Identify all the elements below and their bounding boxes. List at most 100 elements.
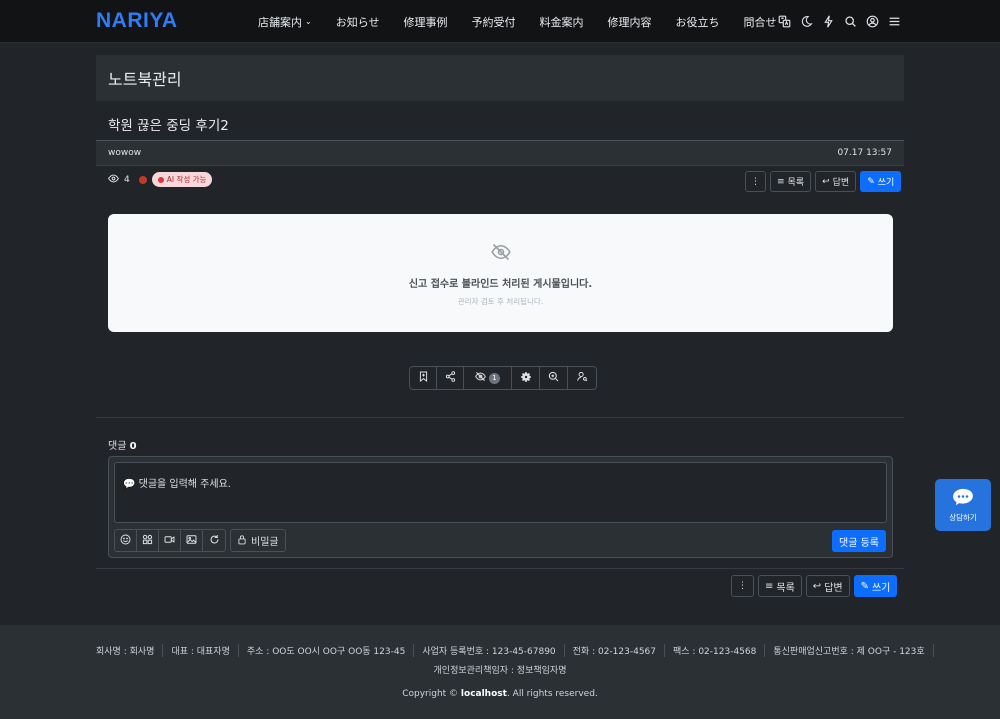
- consult-chat-button[interactable]: 상담하기: [935, 479, 991, 531]
- lightning-icon[interactable]: [820, 14, 836, 30]
- hide-button[interactable]: 1: [464, 367, 512, 389]
- kebab-icon: ⋮: [751, 176, 760, 187]
- chat-bubble-icon: [952, 488, 974, 509]
- footer-ecommerce: 통신판매업신고번호 : 제 OO구 - 123호: [765, 644, 934, 657]
- copyright: Copyright © localhost. All rights reserv…: [402, 689, 598, 699]
- comment-header: 댓글 0: [108, 441, 137, 452]
- bookmark-button[interactable]: [410, 367, 437, 389]
- board-header: 노트북관리: [96, 55, 904, 101]
- section-divider: [96, 417, 904, 418]
- nav-item-tips[interactable]: お役立ち: [663, 14, 731, 30]
- user-icon[interactable]: [864, 14, 880, 30]
- pencil-icon: ✎: [860, 580, 869, 592]
- video-icon: [164, 534, 175, 548]
- nav-item-reservation[interactable]: 予約受付: [459, 14, 527, 30]
- footer-privacy: 개인정보관리책임자 : 정보책임자명: [433, 666, 567, 676]
- post-datetime: 07.17 13:57: [837, 148, 892, 158]
- author-button[interactable]: [568, 367, 596, 389]
- user-search-icon: [576, 371, 588, 385]
- refresh-icon: [209, 534, 220, 548]
- nav-icons: [776, 0, 902, 43]
- main-nav: 店舗案内 ⌄ お知らせ 修理事例 予約受付 料金案内 修理内容 お役立ち 問合せ: [246, 0, 788, 43]
- footer-phone: 전화 : 02-123-4567: [565, 644, 666, 657]
- secret-toggle[interactable]: 비밀글: [230, 529, 286, 552]
- more-button[interactable]: ⋮: [745, 171, 766, 192]
- eye-slash-icon: [490, 242, 511, 265]
- post-meta: wowow 07.17 13:57: [96, 140, 904, 166]
- sticker-button[interactable]: [137, 530, 159, 551]
- write-button[interactable]: ✎ 쓰기: [853, 575, 898, 597]
- chat-label: 상담하기: [949, 512, 977, 522]
- blind-notice: 신고 접수로 블라인드 처리된 게시물입니다. 관리자 검토 후 처리됩니다.: [108, 214, 893, 332]
- image-icon: [186, 534, 197, 548]
- emoji-button[interactable]: [115, 530, 137, 551]
- grid-icon: [142, 534, 153, 548]
- gear-icon: [520, 371, 532, 386]
- menu-icon[interactable]: [886, 14, 902, 30]
- more-button[interactable]: ⋮: [731, 575, 754, 597]
- post-buttons-bottom: ⋮ ≡ 목록 ↩ 답변 ✎ 쓰기: [731, 575, 898, 597]
- view-count: 4: [124, 174, 130, 185]
- footer-address: 주소 : OO도 OO시 OO구 OO동 123-45: [239, 644, 415, 657]
- nav-item-store[interactable]: 店舗案内 ⌄: [246, 14, 324, 30]
- site-logo[interactable]: NARIYA: [96, 9, 178, 33]
- hide-count-badge: 1: [489, 372, 500, 384]
- reply-icon: ↩: [822, 176, 830, 187]
- footer-company: 회사명 : 회사명: [96, 644, 164, 657]
- top-navbar: NARIYA 店舗案内 ⌄ お知らせ 修理事例 予約受付 料金案内 修理内容 お役…: [0, 0, 1000, 43]
- share-button[interactable]: [437, 367, 464, 389]
- zoom-in-icon: [548, 371, 559, 385]
- kebab-icon: ⋮: [738, 581, 747, 591]
- refresh-button[interactable]: [203, 530, 225, 551]
- settings-button[interactable]: [512, 367, 540, 389]
- moon-icon[interactable]: [798, 14, 814, 30]
- ai-badge: AI 작성 가능: [151, 172, 213, 187]
- write-button[interactable]: ✎ 쓰기: [860, 171, 902, 192]
- post-author[interactable]: wowow: [108, 148, 141, 158]
- comment-submit-button[interactable]: 댓글 등록: [832, 530, 886, 552]
- blind-message: 신고 접수로 블라인드 처리된 게시물입니다.: [408, 279, 593, 290]
- share-icon: [445, 371, 456, 385]
- bookmark-icon: [418, 371, 429, 385]
- list-button[interactable]: ≡ 목록: [758, 575, 802, 597]
- company-info: 회사명 : 회사명 대표 : 대표자명 주소 : OO도 OO시 OO구 OO동…: [96, 644, 934, 657]
- footer-bizno: 사업자 등록번호 : 123-45-67890: [414, 644, 565, 657]
- nav-item-news[interactable]: お知らせ: [324, 14, 392, 30]
- post-action-bar: 1: [409, 366, 597, 390]
- comment-input[interactable]: 💬 댓글을 입력해 주세요.: [114, 462, 887, 523]
- site-footer: 회사명 : 회사명 대표 : 대표자명 주소 : OO도 OO시 OO구 OO동…: [0, 625, 1000, 719]
- section-divider: [96, 568, 904, 569]
- image-button[interactable]: [181, 530, 203, 551]
- eye-slash-icon: [475, 371, 486, 385]
- chevron-down-icon: ⌄: [305, 17, 312, 26]
- ai-status-dot: [138, 175, 147, 184]
- lock-icon: [237, 534, 247, 548]
- list-icon: ≡: [765, 580, 774, 592]
- reply-button[interactable]: ↩ 답변: [805, 575, 850, 597]
- post-stats: 4 AI 작성 가능: [108, 172, 213, 187]
- pencil-icon: ✎: [867, 176, 875, 187]
- list-icon: ≡: [777, 176, 785, 187]
- nav-item-cases[interactable]: 修理事例: [391, 14, 459, 30]
- post-buttons-top: ⋮ ≡ 목록 ↩ 답변 ✎ 쓰기: [745, 171, 902, 192]
- smile-icon: [120, 534, 131, 548]
- comment-form: 💬 댓글을 입력해 주세요. 비밀글 댓글 등록: [108, 456, 893, 558]
- footer-ceo: 대표 : 대표자명: [163, 644, 239, 657]
- blind-submessage: 관리자 검토 후 처리됩니다.: [457, 297, 544, 306]
- footer-fax: 팩스 : 02-123-4568: [665, 644, 766, 657]
- post-title: 학원 끊은 중딩 후기2: [108, 118, 229, 134]
- video-button[interactable]: [159, 530, 181, 551]
- reply-button[interactable]: ↩ 답변: [815, 171, 857, 192]
- list-button[interactable]: ≡ 목록: [770, 171, 812, 192]
- translate-icon[interactable]: [776, 14, 792, 30]
- board-title: 노트북관리: [108, 70, 182, 89]
- ai-badge-dot: [157, 176, 164, 183]
- eye-icon: [108, 173, 119, 187]
- nav-item-pricing[interactable]: 料金案内: [527, 14, 595, 30]
- zoom-button[interactable]: [540, 367, 568, 389]
- comment-count: 0: [129, 441, 137, 452]
- comment-tools: 비밀글: [114, 529, 286, 552]
- nav-item-repairs[interactable]: 修理内容: [595, 14, 663, 30]
- search-icon[interactable]: [842, 14, 858, 30]
- reply-icon: ↩: [812, 580, 822, 592]
